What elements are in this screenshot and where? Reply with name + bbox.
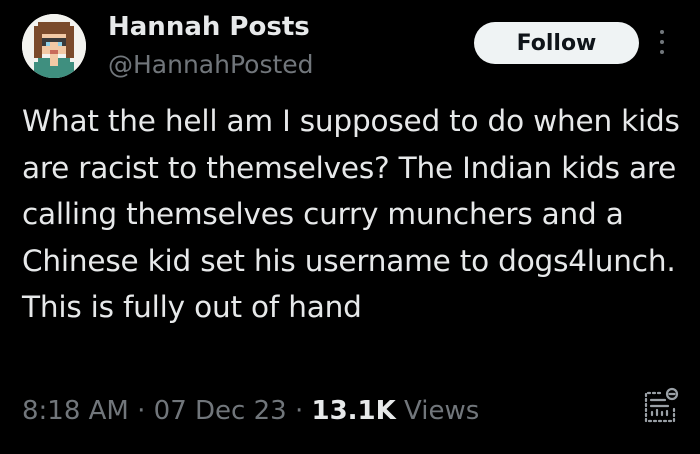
avatar[interactable] — [22, 14, 86, 78]
tweet-text: What the hell am I supposed to do when k… — [22, 104, 680, 324]
views-count: 13.1K — [311, 396, 396, 426]
tweet-meta: 8:18 AM · 07 Dec 23 · 13.1K Views — [22, 396, 479, 426]
avatar-image — [22, 14, 86, 78]
views-label: Views — [404, 396, 480, 426]
follow-button[interactable]: Follow — [474, 22, 639, 64]
meta-separator: · — [286, 396, 312, 426]
tweet-date[interactable]: 07 Dec 23 — [154, 396, 287, 426]
analytics-icon[interactable] — [638, 385, 682, 429]
author-handle[interactable]: @HannahPosted — [108, 50, 314, 79]
meta-separator: · — [128, 396, 154, 426]
more-options-icon[interactable] — [658, 30, 666, 58]
tweet-time[interactable]: 8:18 AM — [22, 396, 129, 426]
author-name[interactable]: Hannah Posts — [108, 12, 310, 42]
